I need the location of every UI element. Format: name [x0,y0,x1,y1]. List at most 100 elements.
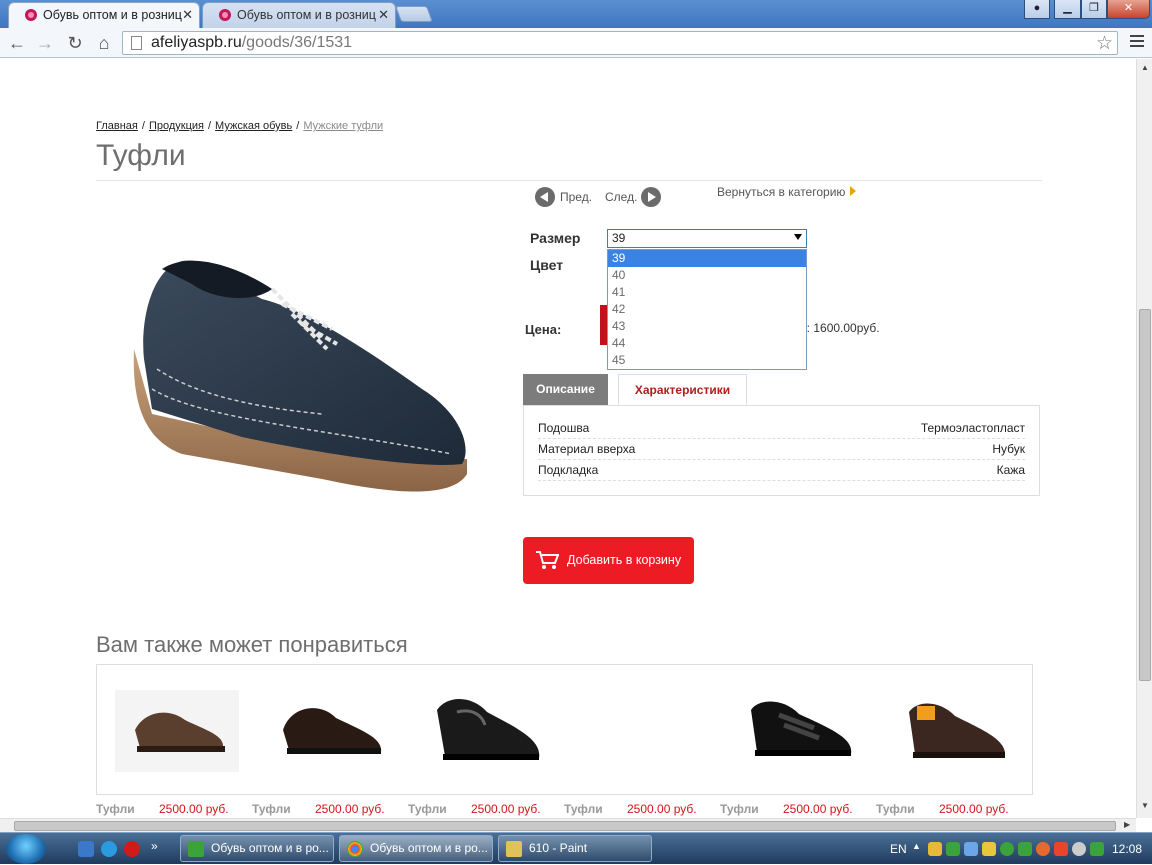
related-product-image[interactable] [739,690,863,772]
related-carousel [96,664,1033,795]
tray-app-icon[interactable] [946,842,960,856]
reload-icon[interactable]: ↻ [64,32,86,54]
language-indicator[interactable]: EN [890,842,907,856]
tray-app-icon[interactable] [1036,842,1050,856]
back-arrow-icon[interactable]: ← [6,32,28,54]
volume-icon[interactable] [1072,842,1086,856]
menu-icon[interactable] [1130,35,1144,49]
prev-link[interactable]: Пред. [560,190,592,204]
size-option[interactable]: 43 [608,318,806,335]
user-icon[interactable]: ● [1024,0,1050,19]
rose-favicon-icon [219,9,231,21]
tray-app-icon[interactable] [1018,842,1032,856]
size-select[interactable]: 39 [607,229,807,248]
breadcrumb-link[interactable]: Мужская обувь [215,120,292,132]
next-link[interactable]: След. [605,190,637,204]
related-product-name[interactable]: Туфли [96,802,135,816]
tab-title: Обувь оптом и в розниц [237,8,376,22]
vertical-scrollbar[interactable]: ▲ ▼ [1136,59,1152,818]
browser-tabstrip: Обувь оптом и в розниц ✕ Обувь оптом и в… [0,0,1152,28]
address-bar[interactable]: afeliyaspb.ru/goods/36/1531 ☆ [122,31,1118,55]
related-product-name[interactable]: Туфли [252,802,291,816]
next-arrow-icon[interactable] [641,187,661,207]
close-tab-icon[interactable]: ✕ [378,3,389,27]
rose-favicon-icon [25,9,37,21]
breadcrumb-current[interactable]: Мужские туфли [303,120,383,132]
size-option[interactable]: 40 [608,267,806,284]
related-product-image[interactable] [895,690,1019,772]
spec-row: Материал вверха Нубук [538,439,1025,460]
internet-explorer-icon[interactable] [101,841,117,857]
page-title: Туфли [96,139,186,172]
close-window-button[interactable]: ✕ [1107,0,1150,19]
price-label: Цена: [525,322,562,337]
minimize-button[interactable]: ▁ [1054,0,1081,19]
size-option[interactable]: 44 [608,335,806,352]
related-product-name[interactable]: Туфли [720,802,759,816]
forward-arrow-icon[interactable]: → [34,32,56,54]
scroll-up-icon[interactable]: ▲ [1141,63,1149,72]
network-icon[interactable] [964,842,978,856]
scroll-thumb[interactable] [14,821,1116,831]
title-divider [96,180,1042,181]
explorer-icon[interactable] [78,841,94,857]
related-product-name[interactable]: Туфли [408,802,447,816]
size-option[interactable]: 41 [608,284,806,301]
spec-row: Подошва Термоэластопласт [538,418,1025,439]
scroll-down-icon[interactable]: ▼ [1141,801,1149,810]
breadcrumb-link[interactable]: Продукция [149,120,204,132]
chevron-icon[interactable]: » [151,839,158,853]
home-icon[interactable]: ⌂ [93,32,115,54]
system-tray: EN ▲ 12:08 [888,833,1152,865]
taskbar-task[interactable]: 610 - Paint [498,835,652,862]
browser-toolbar: ← → ↻ ⌂ afeliyaspb.ru/goods/36/1531 ☆ [0,28,1152,58]
paint-icon [506,841,522,857]
related-product-price: 2500.00 руб. [939,802,1009,816]
tray-expand-icon[interactable]: ▲ [912,841,921,851]
size-option[interactable]: 45 [608,352,806,369]
tray-app-icon[interactable] [1090,842,1104,856]
breadcrumb-link[interactable]: Главная [96,120,138,132]
related-product-name[interactable]: Туфли [564,802,603,816]
size-option[interactable]: 39 [608,250,806,267]
related-product-image[interactable] [271,690,395,772]
tab-description[interactable]: Описание [523,374,608,405]
tab-characteristics[interactable]: Характеристики [618,374,747,405]
related-title: Вам также может понравиться [96,632,408,657]
specs-panel: Подошва Термоэластопласт Материал вверха Н… [523,405,1040,496]
related-product-name[interactable]: Туфли [876,802,915,816]
horizontal-scrollbar[interactable]: ▶ [0,818,1136,832]
back-to-category-link[interactable]: Вернуться в категорию [717,185,857,199]
related-product-image[interactable] [427,690,551,772]
browser-tab-inactive[interactable]: Обувь оптом и в розниц ✕ [202,2,396,28]
related-product-price: 2500.00 руб. [783,802,853,816]
maximize-button[interactable]: ❐ [1081,0,1107,19]
windows-taskbar: » Обувь оптом и в ро... Обувь оптом и в … [0,832,1152,864]
related-product-price: 2500.00 руб. [627,802,697,816]
browser-tab-active[interactable]: Обувь оптом и в розниц ✕ [8,2,200,28]
close-tab-icon[interactable]: ✕ [182,3,193,27]
tab-title: Обувь оптом и в розниц [43,8,182,22]
clock[interactable]: 12:08 [1112,842,1142,856]
page-icon [131,36,142,50]
size-option[interactable]: 42 [608,301,806,318]
size-options-list: 39 40 41 42 43 44 45 [607,249,807,370]
add-to-cart-button[interactable]: Добавить в корзину [523,537,694,584]
warning-icon[interactable] [982,842,996,856]
related-product-image[interactable] [115,690,239,772]
cart-icon [536,551,559,569]
new-tab-button[interactable] [395,6,433,22]
taskbar-task[interactable]: Обувь оптом и в ро... [180,835,334,862]
triangle-right-icon [850,186,857,196]
prev-arrow-icon[interactable] [535,187,555,207]
scroll-right-icon[interactable]: ▶ [1124,820,1130,829]
tray-app-icon[interactable] [1000,842,1014,856]
opera-icon[interactable] [124,841,140,857]
bookmark-star-icon[interactable]: ☆ [1096,32,1113,55]
scroll-thumb[interactable] [1139,309,1151,681]
taskbar-task-active[interactable]: Обувь оптом и в ро... [339,835,493,862]
app-icon [188,841,204,857]
windows-start-button[interactable] [6,834,46,864]
tray-app-icon[interactable] [1054,842,1068,856]
tray-app-icon[interactable] [928,842,942,856]
